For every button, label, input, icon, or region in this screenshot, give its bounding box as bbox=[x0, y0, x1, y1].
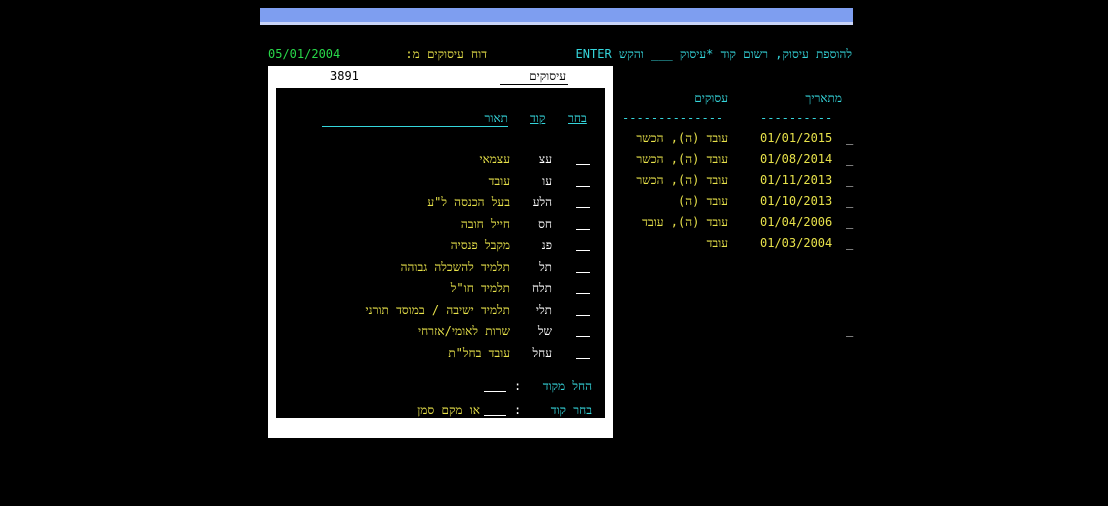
occupation-code: חס bbox=[538, 216, 552, 231]
history-row-select-field[interactable]: _ bbox=[846, 215, 853, 229]
occupation-description: שרות לאומי/אזרחי bbox=[417, 324, 510, 338]
select-field[interactable] bbox=[576, 258, 590, 273]
title-bar-underline bbox=[260, 22, 853, 25]
history-row-date: 01/10/2013 bbox=[760, 194, 833, 208]
select-field[interactable] bbox=[576, 344, 590, 359]
history-row-select-field[interactable]: _ bbox=[846, 194, 853, 208]
history-dashes-occupations: -------------- bbox=[622, 111, 724, 125]
occupation-description: עובד bbox=[488, 173, 510, 188]
occupation-code: תל bbox=[539, 259, 552, 274]
history-row-select-field[interactable]: _ bbox=[846, 152, 853, 166]
occupation-description: תלמיד להשכלה גבוהה bbox=[400, 259, 510, 274]
history-row-date: 01/03/2004 bbox=[760, 236, 833, 250]
col-code: קוד bbox=[530, 111, 546, 125]
add-occupation-prompt: להוספת עיסוק, רשום קוד *עיסוק ___ והקש E… bbox=[575, 47, 852, 61]
start-from-colon: : bbox=[514, 379, 522, 393]
occupation-code: עחל bbox=[532, 345, 552, 360]
history-row-date: 01/01/2015 bbox=[760, 131, 833, 145]
history-row-occupation: עובד (ה), עובד bbox=[642, 215, 728, 229]
start-from-code-label: החל מקוד bbox=[542, 379, 592, 393]
history-row-select-field[interactable]: _ bbox=[846, 173, 853, 187]
report-date: 05/01/2004 bbox=[268, 47, 341, 61]
popup-title: עיסוקים bbox=[529, 69, 566, 83]
occupation-description: חייל חובה bbox=[460, 216, 510, 231]
report-label: דוח עיסוקים מ: bbox=[405, 47, 487, 61]
select-field[interactable] bbox=[576, 236, 590, 251]
select-field[interactable] bbox=[576, 193, 590, 208]
choose-code-label: בחר קוד bbox=[550, 403, 592, 417]
popup-title-underline bbox=[500, 84, 568, 85]
history-row-occupation: עובד (ה), הכשר bbox=[636, 152, 728, 166]
popup-number: 3891 bbox=[330, 69, 359, 83]
occupation-description: תלמיד חו"ל bbox=[450, 281, 510, 295]
history-row-occupation: עובד (ה), הכשר bbox=[636, 131, 728, 145]
start-from-code-input[interactable] bbox=[484, 377, 506, 392]
history-row-date: 01/04/2006 bbox=[760, 215, 833, 229]
history-row-occupation: עובד (ה), הכשר bbox=[636, 173, 728, 187]
select-field[interactable] bbox=[576, 150, 590, 165]
occupation-description: עצמאי bbox=[479, 152, 510, 166]
occupation-description: מקבל פנסיה bbox=[450, 238, 510, 252]
history-row-date: 01/11/2013 bbox=[760, 173, 833, 187]
select-field[interactable] bbox=[576, 172, 590, 187]
description-underline bbox=[322, 126, 508, 127]
select-field[interactable] bbox=[576, 279, 590, 294]
occupation-code: פנ bbox=[541, 238, 552, 252]
history-col-occupations: עסוקים bbox=[694, 91, 728, 105]
col-select: בחר bbox=[568, 111, 587, 125]
history-row-date: 01/08/2014 bbox=[760, 152, 833, 166]
occupation-code: עו bbox=[542, 173, 552, 188]
col-description: תאור bbox=[484, 111, 508, 125]
popup-list-panel bbox=[276, 88, 605, 418]
occupation-code: תלח bbox=[531, 281, 552, 295]
occupation-description: תלמיד ישיבה / במוסד תורני bbox=[365, 302, 510, 317]
history-row-occupation: עובד bbox=[706, 236, 728, 250]
history-row-select-field[interactable]: _ bbox=[846, 131, 853, 145]
select-field[interactable] bbox=[576, 301, 590, 316]
occupation-description: עובד בחל"ת bbox=[448, 345, 510, 360]
select-field[interactable] bbox=[576, 322, 590, 337]
select-field[interactable] bbox=[576, 215, 590, 230]
history-row-select-field[interactable]: _ bbox=[846, 236, 853, 250]
occupation-code: עצ bbox=[538, 152, 552, 166]
occupation-code: של bbox=[537, 324, 552, 338]
history-empty-field[interactable]: _ bbox=[846, 323, 853, 337]
history-dashes-date: ---------- bbox=[760, 111, 833, 125]
occupation-description: בעל הכנסה ל"ע bbox=[427, 195, 510, 209]
or-place-cursor-label: או מקם סמן bbox=[417, 403, 480, 417]
history-row-occupation: עובד (ה) bbox=[678, 194, 728, 208]
choose-code-colon: : bbox=[514, 403, 522, 417]
occupation-code: הלע bbox=[532, 195, 552, 209]
history-col-date: מתאריך bbox=[805, 91, 842, 105]
title-bar bbox=[260, 8, 853, 22]
choose-code-input[interactable] bbox=[484, 401, 506, 416]
occupation-code: תלי bbox=[535, 302, 552, 317]
